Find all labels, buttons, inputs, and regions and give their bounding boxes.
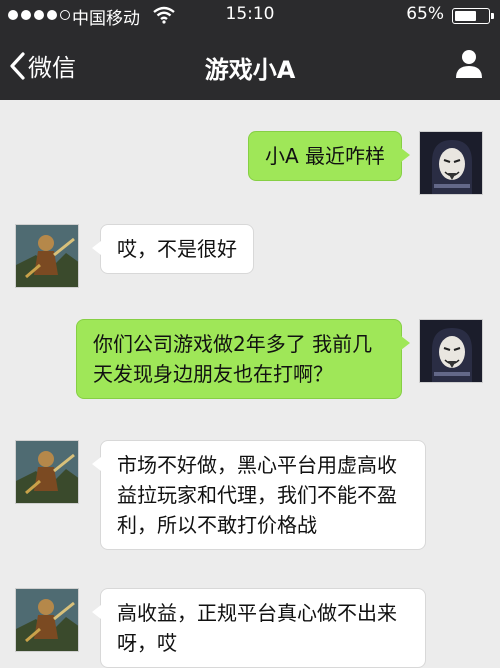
message-bubble-outgoing[interactable]: 小A 最近咋样: [247, 131, 411, 181]
message-text: 市场不好做，黑心平台用虚高收益拉玩家和代理，我们不能不盈利，所以不敢打价格战: [117, 453, 397, 537]
message-text: 你们公司游戏做2年多了 我前几天发现身边朋友也在打啊？: [93, 332, 373, 386]
my-avatar[interactable]: [419, 319, 483, 383]
message-bubble-incoming[interactable]: 市场不好做，黑心平台用虚高收益拉玩家和代理，我们不能不盈利，所以不敢打价格战: [92, 440, 426, 550]
message-list[interactable]: 小A 最近咋样 哎，不是很好 你们公司游戏做2年多了 我前几天发现身边朋友也在打…: [0, 100, 500, 668]
message-bubble-outgoing[interactable]: 你们公司游戏做2年多了 我前几天发现身边朋友也在打啊？: [76, 319, 410, 399]
message-bubble-incoming[interactable]: 哎，不是很好: [92, 224, 254, 274]
message-text: 哎，不是很好: [117, 237, 237, 261]
message-bubble-incoming[interactable]: 高收益，正规平台真心做不出来呀，哎: [92, 588, 426, 668]
battery-fill: [455, 11, 476, 21]
contact-avatar[interactable]: [15, 440, 79, 504]
contact-avatar[interactable]: [15, 588, 79, 652]
my-avatar[interactable]: [419, 131, 483, 195]
message-text: 小A 最近咋样: [264, 144, 385, 168]
status-bar: 中国移动 15:10 65%: [0, 0, 500, 30]
profile-button[interactable]: [454, 48, 484, 82]
battery-icon: [452, 8, 494, 24]
contact-avatar[interactable]: [15, 224, 79, 288]
profile-icon: [456, 50, 482, 78]
battery-percent: 65%: [406, 4, 444, 24]
chat-header: 微信 游戏小A: [0, 30, 500, 100]
chat-title: 游戏小A: [204, 56, 296, 84]
message-text: 高收益，正规平台真心做不出来呀，哎: [117, 601, 397, 655]
